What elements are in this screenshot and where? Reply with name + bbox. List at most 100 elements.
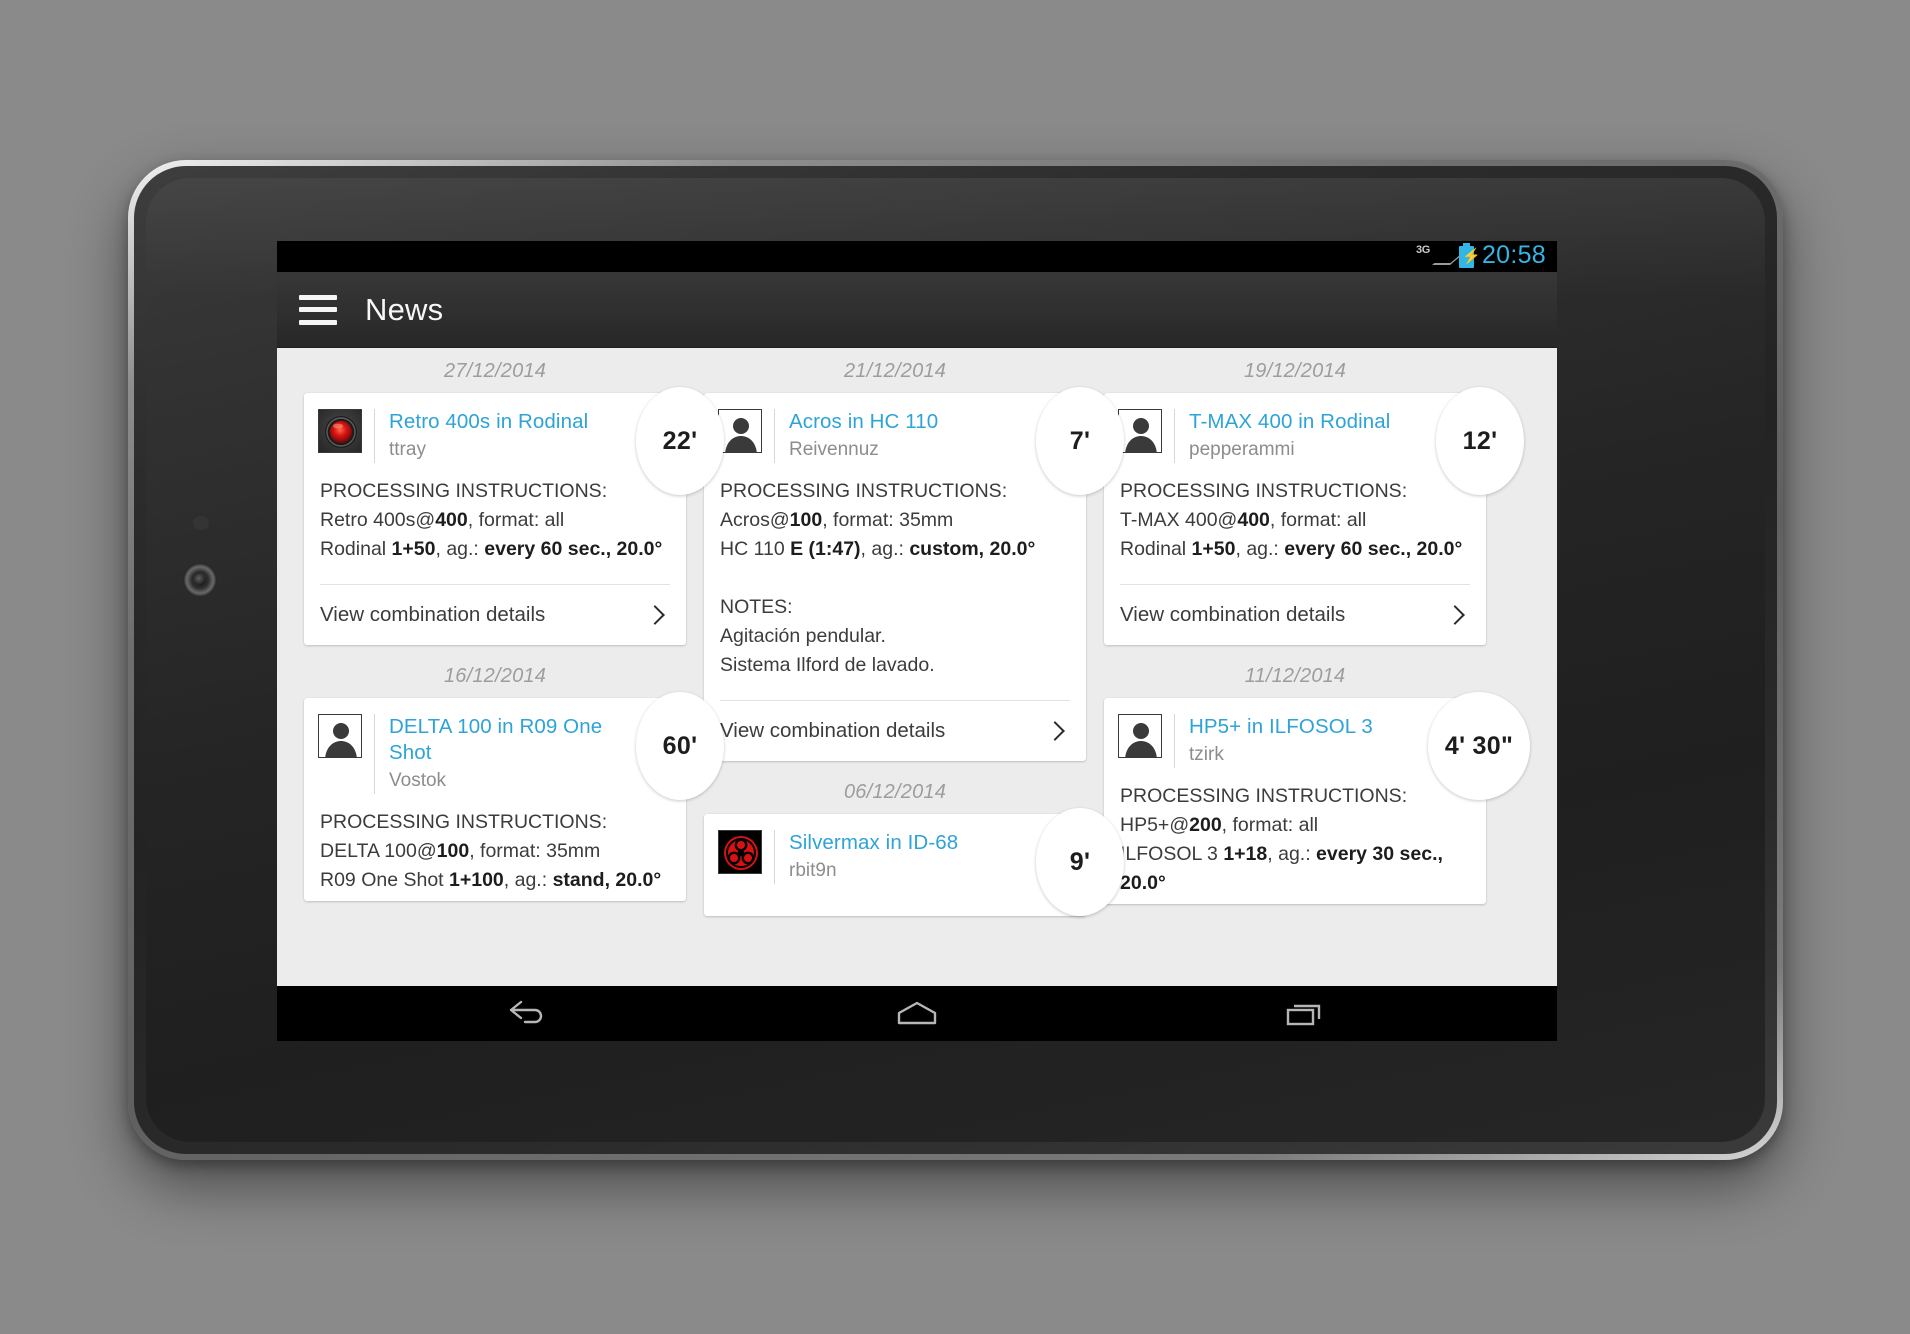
chevron-right-icon (1045, 721, 1065, 741)
view-details-label: View combination details (720, 719, 946, 742)
combination-title[interactable]: T-MAX 400 in Rodinal (1189, 409, 1432, 435)
note-line: Sistema Ilford de lavado. (720, 654, 935, 676)
film-line: T-MAX 400@400, format: all (1120, 509, 1367, 531)
person-avatar (1119, 715, 1161, 757)
avatar-divider (774, 830, 775, 884)
development-time-badge: 7' (1036, 387, 1124, 495)
news-feed[interactable]: 27/12/2014 Retro 400s in Rodinal ttray 22' P… (277, 348, 1557, 986)
recents-icon (1286, 1004, 1321, 1025)
news-card[interactable]: Silvermax in ID-68 rbit9n 9' (704, 808, 1124, 916)
processing-heading: PROCESSING INSTRUCTIONS: (1120, 785, 1408, 807)
author-name: rbit9n (789, 860, 837, 881)
processing-heading: PROCESSING INSTRUCTIONS: (720, 480, 1008, 502)
status-clock: 20:58 (1481, 241, 1546, 269)
developer-line: Rodinal 1+50, ag.: every 60 sec., 20.0° (320, 538, 663, 560)
biohazard-avatar (719, 831, 761, 873)
developer-line: ILFOSOL 3 1+18, ag.: every 30 sec., 20.0… (1120, 843, 1443, 894)
combination-title[interactable]: DELTA 100 in R09 One Shot (389, 714, 632, 766)
status-bar: 3G ⚡ 20:58 (277, 241, 1557, 272)
home-button[interactable] (780, 986, 1055, 1041)
view-details-button[interactable]: View combination details (320, 584, 670, 645)
card-date: 16/12/2014 (443, 665, 547, 687)
author-name: tzirk (1189, 744, 1224, 765)
avatar-divider (374, 714, 375, 794)
tablet-bezel: 3G ⚡ 20:58 News 27/12/2014 Retro 400s in… (134, 166, 1777, 1154)
film-line: Acros@100, format: 35mm (720, 509, 954, 531)
chevron-right-icon (1445, 605, 1465, 625)
news-card-block: 16/12/2014 DELTA 100 in R09 One Shot Vosto… (304, 653, 724, 901)
camera-lens (194, 574, 206, 586)
avatar-divider (374, 409, 375, 463)
card-date: 06/12/2014 (843, 781, 947, 803)
developer-line: Rodinal 1+50, ag.: every 60 sec., 20.0° (1120, 538, 1463, 560)
device-screen: 3G ⚡ 20:58 News 27/12/2014 Retro 400s in… (277, 241, 1557, 1041)
news-card[interactable]: Acros in HC 110 Reivennuz 7' PROCESSING INS… (704, 387, 1124, 761)
card-header: DELTA 100 in R09 One Shot Vostok (304, 698, 686, 808)
news-card[interactable]: T-MAX 400 in Rodinal pepperammi 12' PROCESS… (1104, 387, 1524, 645)
front-camera (183, 563, 217, 597)
notes-heading: NOTES: (720, 596, 793, 618)
news-card-block: 27/12/2014 Retro 400s in Rodinal ttray 22' P… (304, 348, 724, 645)
combination-title[interactable]: Retro 400s in Rodinal (389, 409, 632, 435)
processing-instructions: PROCESSING INSTRUCTIONS: DELTA 100@100, f… (304, 808, 686, 901)
card-columns: 27/12/2014 Retro 400s in Rodinal ttray 22' P… (277, 348, 1557, 924)
card-date: 19/12/2014 (1243, 360, 1347, 382)
combination-title[interactable]: Silvermax in ID-68 (789, 830, 1032, 856)
combination-title[interactable]: Acros in HC 110 (789, 409, 1032, 435)
card-header-text: DELTA 100 in R09 One Shot Vostok (389, 714, 672, 794)
view-details-label: View combination details (1120, 603, 1346, 626)
processing-heading: PROCESSING INSTRUCTIONS: (320, 811, 608, 833)
processing-instructions: PROCESSING INSTRUCTIONS: Acros@100, forma… (704, 477, 1086, 686)
avatar-divider (774, 409, 775, 463)
card-date: 11/12/2014 (1244, 665, 1346, 687)
processing-instructions: PROCESSING INSTRUCTIONS: HP5+@200, format… (1104, 782, 1486, 904)
news-card-block: 11/12/2014 HP5+ in ILFOSOL 3 tzirk 4' 30" PR… (1104, 653, 1530, 904)
processing-instructions: PROCESSING INSTRUCTIONS: T-MAX 400@400, f… (1104, 477, 1486, 570)
news-card-block: 19/12/2014 T-MAX 400 in Rodinal pepperammi… (1104, 348, 1524, 645)
combination-title[interactable]: HP5+ in ILFOSOL 3 (1189, 714, 1432, 740)
card-body-truncated (704, 898, 1086, 916)
person-avatar (1118, 714, 1162, 758)
processing-instructions: PROCESSING INSTRUCTIONS: Retro 400s@400, … (304, 477, 686, 570)
back-button[interactable] (277, 986, 780, 1041)
person-avatar (1119, 410, 1161, 452)
card-header-text: Retro 400s in Rodinal ttray (389, 409, 672, 463)
tablet-device: 3G ⚡ 20:58 News 27/12/2014 Retro 400s in… (128, 160, 1783, 1160)
page-title: News (365, 291, 444, 327)
battery-charging-icon: ⚡ (1458, 242, 1481, 268)
recents-button[interactable] (1054, 986, 1557, 1041)
view-details-button[interactable]: View combination details (720, 700, 1070, 761)
notes-spacer (720, 564, 1070, 593)
card-column: 21/12/2014 Acros in HC 110 Reivennuz 7' PROC… (695, 348, 1124, 924)
development-time-badge: 9' (1036, 808, 1124, 916)
author-name: Vostok (389, 770, 447, 791)
signal-icon: 3G (1416, 244, 1468, 268)
card-header: Acros in HC 110 Reivennuz (704, 393, 1086, 477)
tablet-glass: 3G ⚡ 20:58 News 27/12/2014 Retro 400s in… (146, 178, 1765, 1142)
news-card-block: 21/12/2014 Acros in HC 110 Reivennuz 7' PROC… (704, 348, 1124, 761)
navigation-bar (277, 986, 1557, 1041)
biohazard-avatar (718, 830, 762, 874)
hamburger-menu-icon[interactable] (299, 294, 337, 325)
news-card[interactable]: Retro 400s in Rodinal ttray 22' PROCESSING … (304, 387, 724, 645)
light-sensor (193, 516, 209, 530)
person-avatar (1118, 409, 1162, 453)
card-header-text: T-MAX 400 in Rodinal pepperammi (1189, 409, 1472, 463)
processing-heading: PROCESSING INSTRUCTIONS: (320, 480, 608, 502)
news-card[interactable]: DELTA 100 in R09 One Shot Vostok 60' PROCES… (304, 692, 724, 901)
development-time-badge: 22' (636, 387, 724, 495)
view-details-button[interactable]: View combination details (1120, 584, 1470, 645)
development-time-badge: 12' (1436, 387, 1524, 495)
hal9000-avatar (318, 409, 362, 453)
card-column: 27/12/2014 Retro 400s in Rodinal ttray 22' P… (295, 348, 724, 924)
card-header: T-MAX 400 in Rodinal pepperammi (1104, 393, 1486, 477)
network-type-label: 3G (1415, 243, 1431, 256)
news-card[interactable]: HP5+ in ILFOSOL 3 tzirk 4' 30" PROCESSING I… (1104, 692, 1530, 904)
film-line: Retro 400s@400, format: all (320, 509, 565, 531)
card-date: 21/12/2014 (843, 360, 947, 382)
action-bar: News (277, 272, 1557, 348)
news-card-block: 06/12/2014 Silvermax in ID-68 rbit9n 9' (704, 769, 1124, 916)
author-name: Reivennuz (789, 439, 879, 460)
development-time-badge: 4' 30" (1428, 692, 1530, 800)
processing-heading: PROCESSING INSTRUCTIONS: (1120, 480, 1408, 502)
